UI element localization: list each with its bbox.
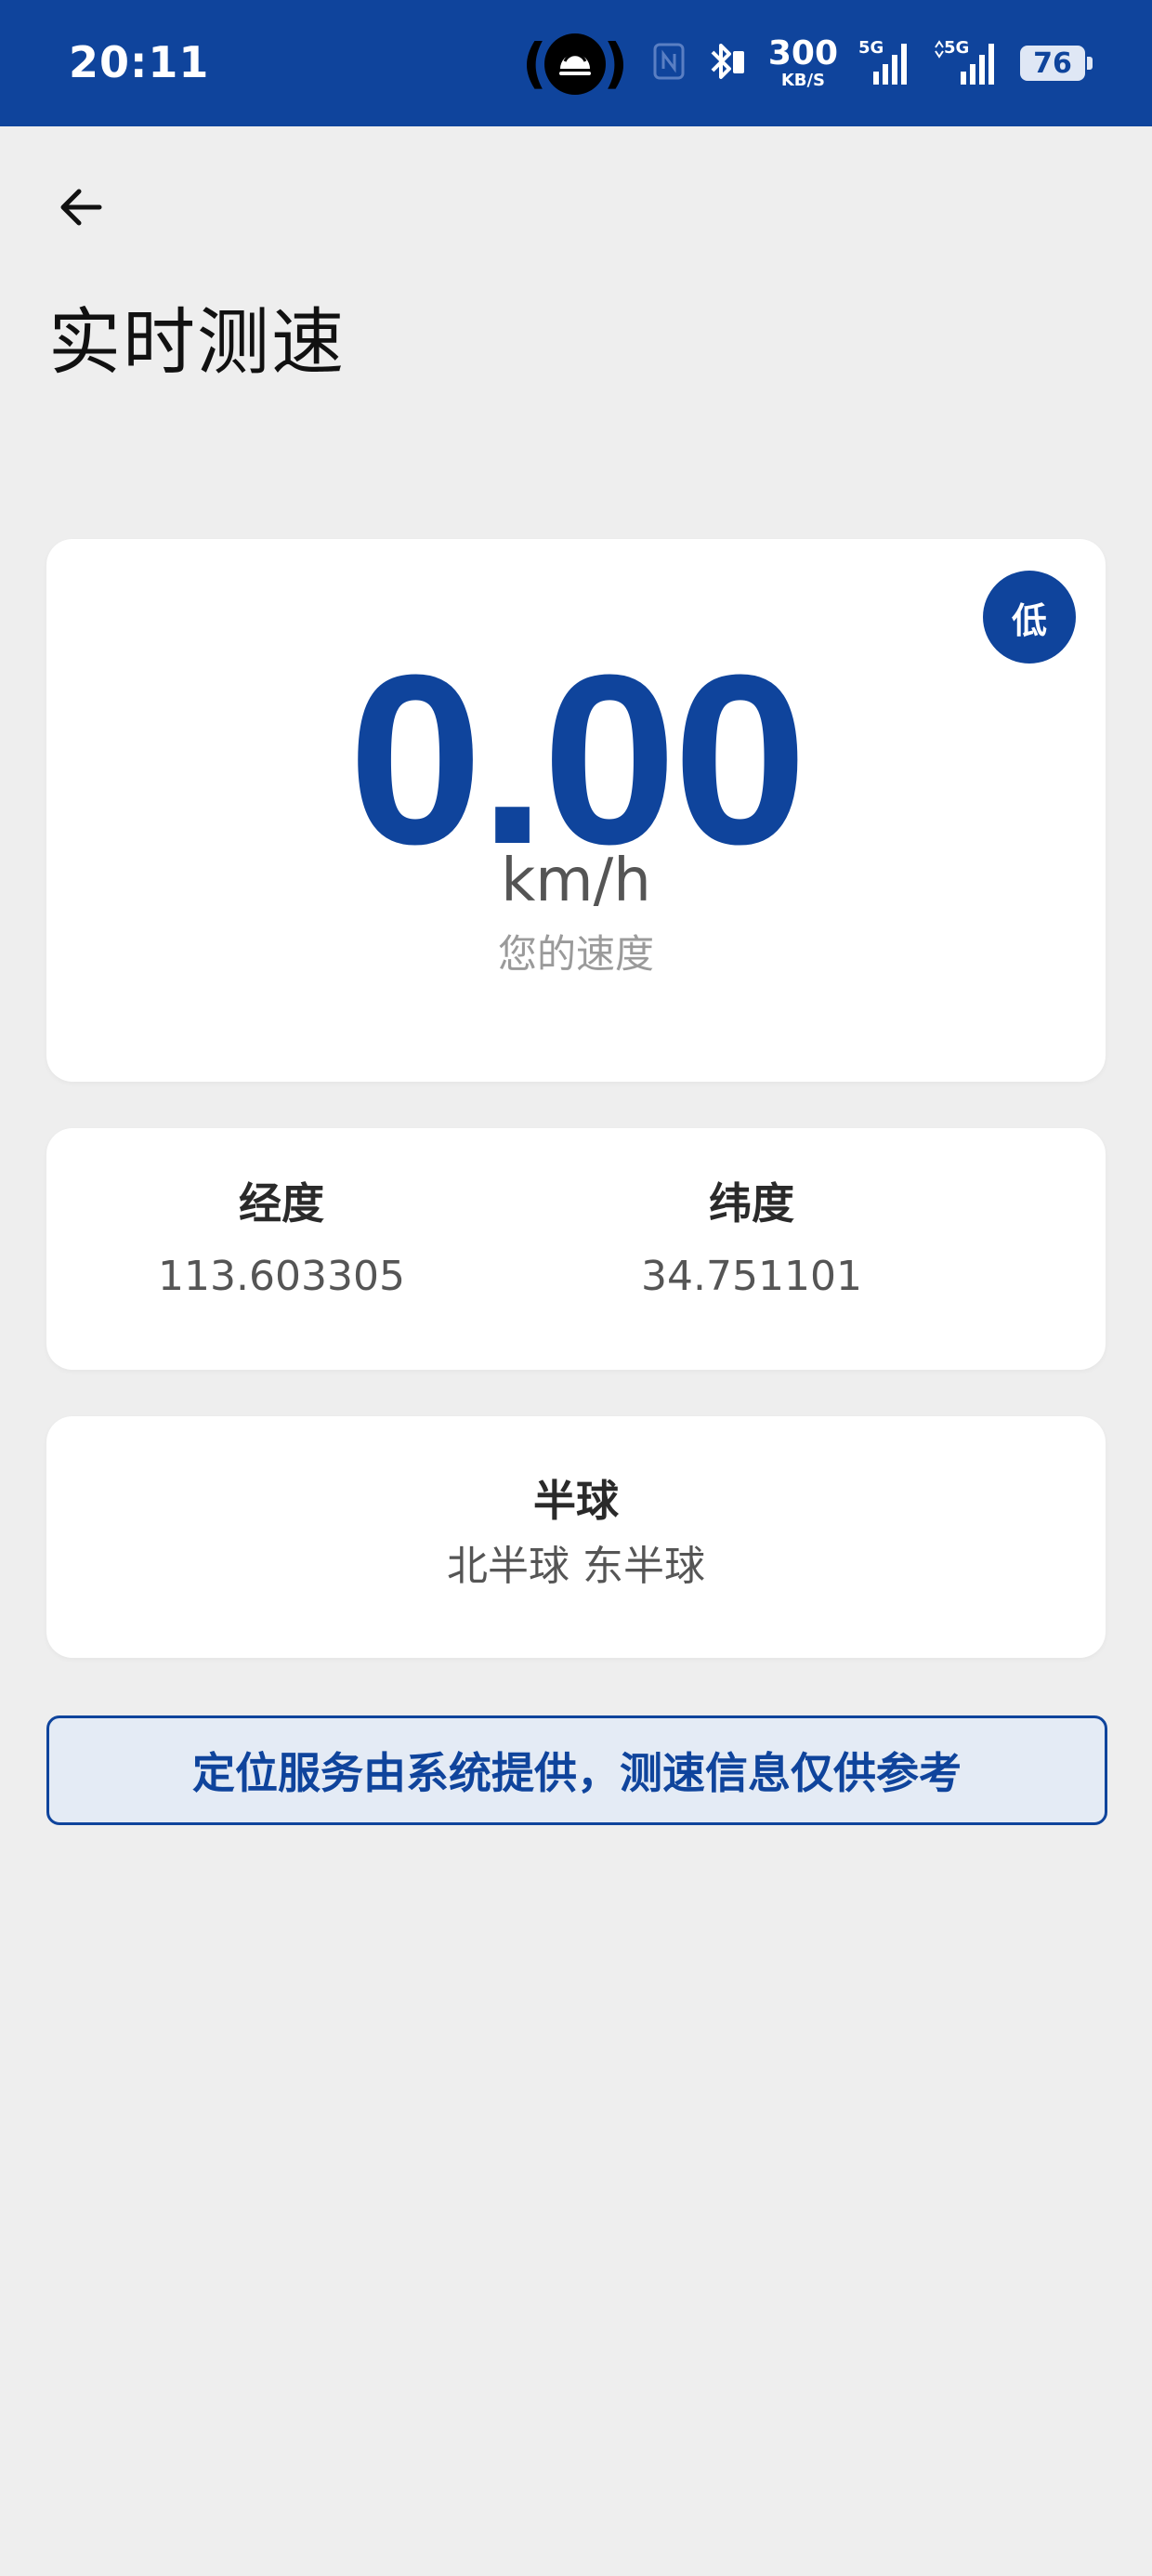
- latitude-label: 纬度: [709, 1178, 794, 1229]
- signal-5g-icon: 5G: [858, 40, 912, 86]
- latitude-section: 纬度 34.751101: [517, 1128, 987, 1370]
- longitude-section: 经度 113.603305: [46, 1128, 517, 1370]
- latitude-value: 34.751101: [641, 1253, 862, 1300]
- hotspot-left-bracket: (: [522, 32, 547, 95]
- hotspot-icon: [544, 33, 606, 95]
- speed-value: 0.00: [347, 625, 807, 895]
- bluetooth-icon: [705, 40, 748, 86]
- arrow-left-icon: [60, 189, 102, 226]
- speed-caption: 您的速度: [497, 931, 654, 977]
- notice-banner: 定位服务由系统提供，测速信息仅供参考: [46, 1715, 1107, 1825]
- status-icons: 300 KB/S 5G 5G 76: [653, 35, 1093, 91]
- longitude-label: 经度: [239, 1178, 324, 1229]
- status-bar: 20:11 ( ) 300 KB/S 5G 5G 76: [0, 0, 1152, 126]
- speed-unit: km/h: [501, 847, 651, 915]
- hemisphere-label: 半球: [533, 1476, 619, 1526]
- notice-text: 定位服务由系统提供，测速信息仅供参考: [192, 1748, 962, 1798]
- hotspot-indicator: ( ): [522, 32, 628, 95]
- page-title: 实时测速: [48, 301, 347, 385]
- hemisphere-card: 半球 北半球 东半球: [46, 1416, 1106, 1658]
- network-speed-value: 300: [767, 34, 838, 72]
- hemisphere-value: 北半球 东半球: [447, 1543, 705, 1590]
- coordinates-card: 经度 113.603305 纬度 34.751101: [46, 1128, 1106, 1370]
- network-speed: 300 KB/S: [768, 37, 838, 89]
- longitude-value: 113.603305: [158, 1253, 405, 1300]
- back-button[interactable]: [48, 175, 113, 240]
- signal-5g-icon-2: 5G: [933, 40, 1000, 86]
- status-time: 20:11: [69, 37, 210, 87]
- hotspot-right-bracket: ): [603, 32, 628, 95]
- nfc-icon: [653, 43, 685, 84]
- speed-card: 低 0.00 km/h 您的速度: [46, 539, 1106, 1082]
- battery-icon: 76: [1020, 46, 1093, 81]
- network-speed-unit: KB/S: [780, 71, 826, 90]
- battery-level: 76: [1033, 46, 1072, 80]
